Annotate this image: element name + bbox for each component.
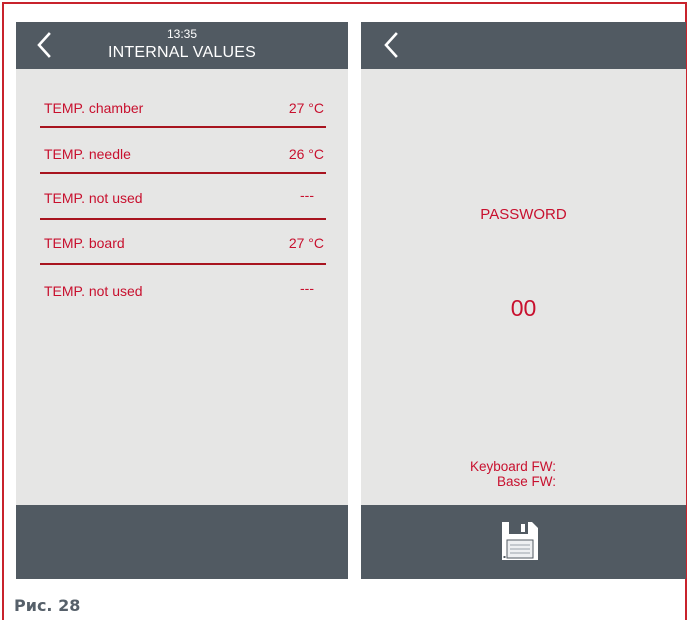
row-divider xyxy=(40,172,326,174)
internal-values-screen: 13:35 INTERNAL VALUES TEMP. chamber 27 °… xyxy=(16,22,348,579)
floppy-disk-icon[interactable] xyxy=(501,521,539,561)
row-value: 27 °C xyxy=(288,100,324,116)
bottom-bar xyxy=(361,505,686,579)
password-screen: PASSWORD 00 Keyboard FW: Base FW: xyxy=(361,22,686,579)
value-row-not-used-1: TEMP. not used --- xyxy=(40,187,324,212)
figure-caption: Рис. 28 xyxy=(14,596,81,615)
password-label: PASSWORD xyxy=(480,206,567,223)
keyboard-fw-label: Keyboard FW: xyxy=(469,459,556,474)
row-value: --- xyxy=(300,280,314,296)
row-divider xyxy=(40,126,326,128)
value-row-chamber: TEMP. chamber 27 °C xyxy=(40,100,324,122)
top-bar: 13:35 INTERNAL VALUES xyxy=(16,22,348,69)
row-value: 26 °C xyxy=(288,146,324,162)
base-fw-label: Base FW: xyxy=(496,474,556,489)
value-row-not-used-2: TEMP. not used --- xyxy=(40,280,324,305)
password-value[interactable]: 00 xyxy=(361,295,686,322)
clock-time: 13:35 xyxy=(166,27,198,41)
row-label: TEMP. not used xyxy=(44,190,143,206)
row-label: TEMP. not used xyxy=(44,283,143,299)
row-divider xyxy=(40,263,326,265)
back-chevron-icon[interactable] xyxy=(381,31,403,59)
row-value: 27 °C xyxy=(288,235,324,251)
row-label: TEMP. chamber xyxy=(44,100,144,116)
row-divider xyxy=(40,218,326,220)
screen-title: INTERNAL VALUES xyxy=(108,44,256,61)
row-value: --- xyxy=(300,187,314,203)
row-label: TEMP. board xyxy=(44,235,125,251)
bottom-bar xyxy=(16,505,348,579)
row-label: TEMP. needle xyxy=(44,146,131,162)
value-row-needle: TEMP. needle 26 °C xyxy=(40,146,324,168)
value-row-board: TEMP. board 27 °C xyxy=(40,235,324,257)
top-bar xyxy=(361,22,686,69)
